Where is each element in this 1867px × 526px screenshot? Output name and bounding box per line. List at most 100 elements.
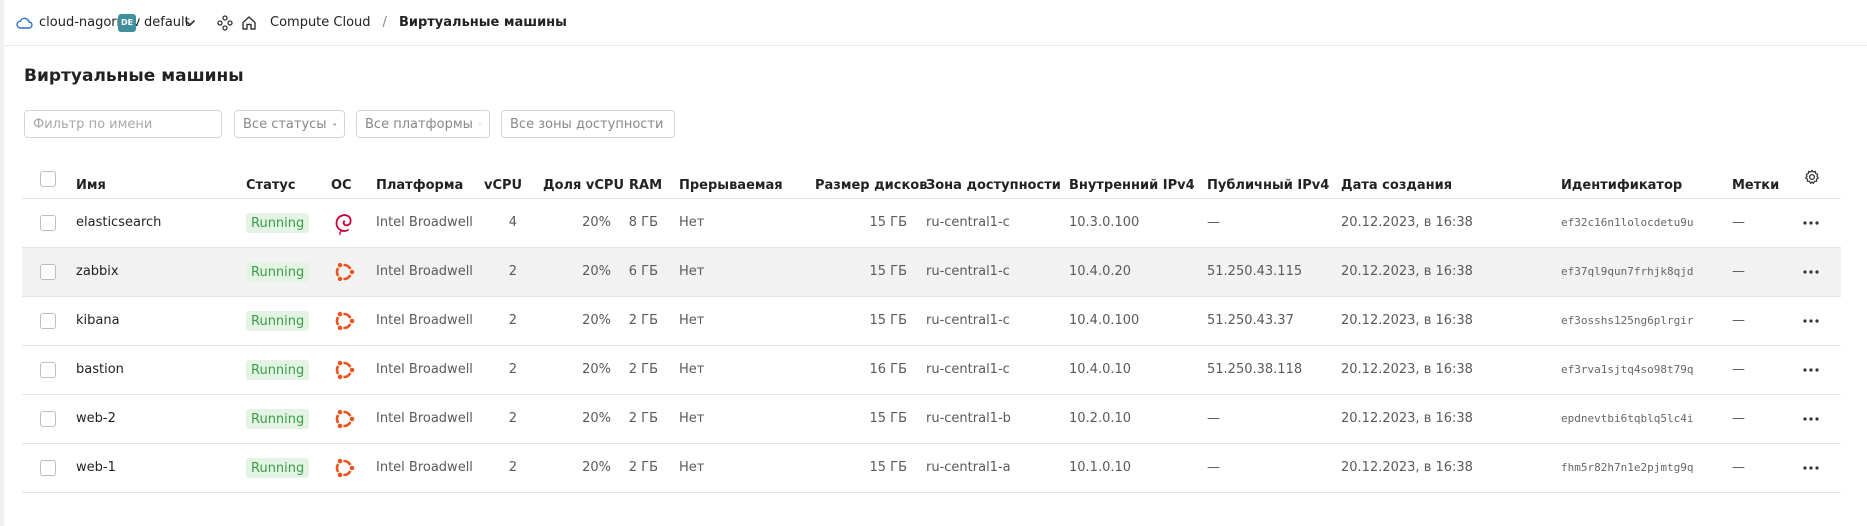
preemptible-value: Нет xyxy=(679,215,705,230)
created-value: 20.12.2023, в 16:38 xyxy=(1341,460,1473,475)
vcpu-value: 2 xyxy=(508,411,517,426)
preemptible-value: Нет xyxy=(679,362,705,377)
public-ip-value: 51.250.43.115 xyxy=(1207,264,1303,279)
vm-name[interactable]: web-1 xyxy=(76,460,116,475)
folder-selector[interactable]: DE default xyxy=(118,0,190,45)
status-filter-select[interactable]: Все статусы xyxy=(234,110,345,138)
services-icon[interactable] xyxy=(217,0,233,45)
col-ram[interactable]: RAM xyxy=(629,178,662,193)
chevron-down-icon xyxy=(479,123,481,125)
row-checkbox[interactable] xyxy=(40,264,56,280)
col-os[interactable]: ОС xyxy=(331,178,352,193)
status-badge: Running xyxy=(246,458,310,478)
labels-value: — xyxy=(1732,313,1745,328)
debian-icon xyxy=(331,210,357,236)
col-vcpu-share[interactable]: Доля vCPU xyxy=(543,178,624,193)
col-disk-size[interactable]: Размер дисков xyxy=(815,178,927,193)
disk-size-value: 15 ГБ xyxy=(869,460,907,475)
ubuntu-icon xyxy=(331,406,357,432)
public-ip-value: — xyxy=(1207,215,1220,230)
home-icon[interactable] xyxy=(241,0,257,45)
cloud-icon xyxy=(16,17,33,29)
folder-name: default xyxy=(144,15,190,30)
col-public-ip[interactable]: Публичный IPv4 xyxy=(1207,178,1329,193)
labels-value: — xyxy=(1732,460,1745,475)
more-actions-icon[interactable] xyxy=(1799,358,1823,382)
status-badge: Running xyxy=(246,213,310,233)
left-edge xyxy=(0,0,4,526)
more-actions-icon[interactable] xyxy=(1799,456,1823,480)
col-labels[interactable]: Метки xyxy=(1732,178,1779,193)
disk-size-value: 15 ГБ xyxy=(869,313,907,328)
col-preemptible[interactable]: Прерываемая xyxy=(679,178,783,193)
created-value: 20.12.2023, в 16:38 xyxy=(1341,313,1473,328)
status-badge: Running xyxy=(246,311,310,331)
created-value: 20.12.2023, в 16:38 xyxy=(1341,215,1473,230)
breadcrumb-current: Виртуальные машины xyxy=(398,15,567,30)
status-badge: Running xyxy=(246,409,310,429)
vm-id-value: fhm5r82h7n1e2pjmtg9q xyxy=(1561,461,1694,474)
gear-icon[interactable] xyxy=(1804,169,1820,189)
vcpu-value: 2 xyxy=(508,313,517,328)
ubuntu-icon xyxy=(331,259,357,285)
more-actions-icon[interactable] xyxy=(1799,309,1823,333)
more-actions-icon[interactable] xyxy=(1799,407,1823,431)
ubuntu-icon xyxy=(331,308,357,334)
name-filter-input[interactable] xyxy=(24,110,222,138)
platform-value: Intel Broadwell xyxy=(376,362,473,377)
row-checkbox[interactable] xyxy=(40,362,56,378)
vm-name[interactable]: zabbix xyxy=(76,264,119,279)
zone-value: ru-central1-b xyxy=(926,411,1011,426)
page-title: Виртуальные машины xyxy=(24,66,244,86)
preemptible-value: Нет xyxy=(679,313,705,328)
zone-filter-select[interactable]: Все зоны доступности xyxy=(501,110,675,138)
vm-id-value: ef3osshs125ng6plrgir xyxy=(1561,314,1694,327)
internal-ip-value: 10.4.0.10 xyxy=(1069,362,1132,377)
vm-name[interactable]: elasticsearch xyxy=(76,215,161,230)
col-vcpu[interactable]: vCPU xyxy=(484,178,522,193)
row-checkbox[interactable] xyxy=(40,411,56,427)
vm-name[interactable]: web-2 xyxy=(76,411,116,426)
zone-value: ru-central1-c xyxy=(926,362,1010,377)
select-all-checkbox[interactable] xyxy=(40,171,56,187)
platform-filter-select[interactable]: Все платформы xyxy=(356,110,490,138)
public-ip-value: 51.250.43.37 xyxy=(1207,313,1294,328)
vm-name[interactable]: bastion xyxy=(76,362,124,377)
vcpu-share-value: 20% xyxy=(582,215,611,230)
zone-value: ru-central1-c xyxy=(926,264,1010,279)
row-checkbox[interactable] xyxy=(40,313,56,329)
col-status[interactable]: Статус xyxy=(246,178,296,193)
vm-id-value: epdnevtbi6tqblq5lc4i xyxy=(1561,412,1694,425)
breadcrumb-service[interactable]: Compute Cloud xyxy=(270,15,371,30)
col-platform[interactable]: Платформа xyxy=(376,178,463,193)
vcpu-share-value: 20% xyxy=(582,313,611,328)
created-value: 20.12.2023, в 16:38 xyxy=(1341,411,1473,426)
platform-value: Intel Broadwell xyxy=(376,215,473,230)
col-zone[interactable]: Зона доступности xyxy=(926,178,1061,193)
col-id[interactable]: Идентификатор xyxy=(1561,178,1682,193)
row-checkbox[interactable] xyxy=(40,460,56,476)
ram-value: 2 ГБ xyxy=(628,460,658,475)
created-value: 20.12.2023, в 16:38 xyxy=(1341,264,1473,279)
ubuntu-icon xyxy=(331,455,357,481)
more-actions-icon[interactable] xyxy=(1799,260,1823,284)
internal-ip-value: 10.1.0.10 xyxy=(1069,460,1132,475)
disk-size-value: 15 ГБ xyxy=(869,264,907,279)
col-internal-ip[interactable]: Внутренний IPv4 xyxy=(1069,178,1195,193)
col-created[interactable]: Дата создания xyxy=(1341,178,1452,193)
status-filter-value: Все статусы xyxy=(243,116,327,132)
labels-value: — xyxy=(1732,264,1745,279)
more-actions-icon[interactable] xyxy=(1799,211,1823,235)
chevron-down-icon[interactable] xyxy=(184,0,196,45)
vcpu-share-value: 20% xyxy=(582,264,611,279)
vcpu-value: 2 xyxy=(508,460,517,475)
disk-size-value: 15 ГБ xyxy=(869,411,907,426)
zone-value: ru-central1-c xyxy=(926,313,1010,328)
public-ip-value: — xyxy=(1207,411,1220,426)
vm-name[interactable]: kibana xyxy=(76,313,120,328)
row-checkbox[interactable] xyxy=(40,215,56,231)
labels-value: — xyxy=(1732,362,1745,377)
disk-size-value: 15 ГБ xyxy=(869,215,907,230)
col-name[interactable]: Имя xyxy=(76,178,106,193)
ram-value: 2 ГБ xyxy=(628,411,658,426)
